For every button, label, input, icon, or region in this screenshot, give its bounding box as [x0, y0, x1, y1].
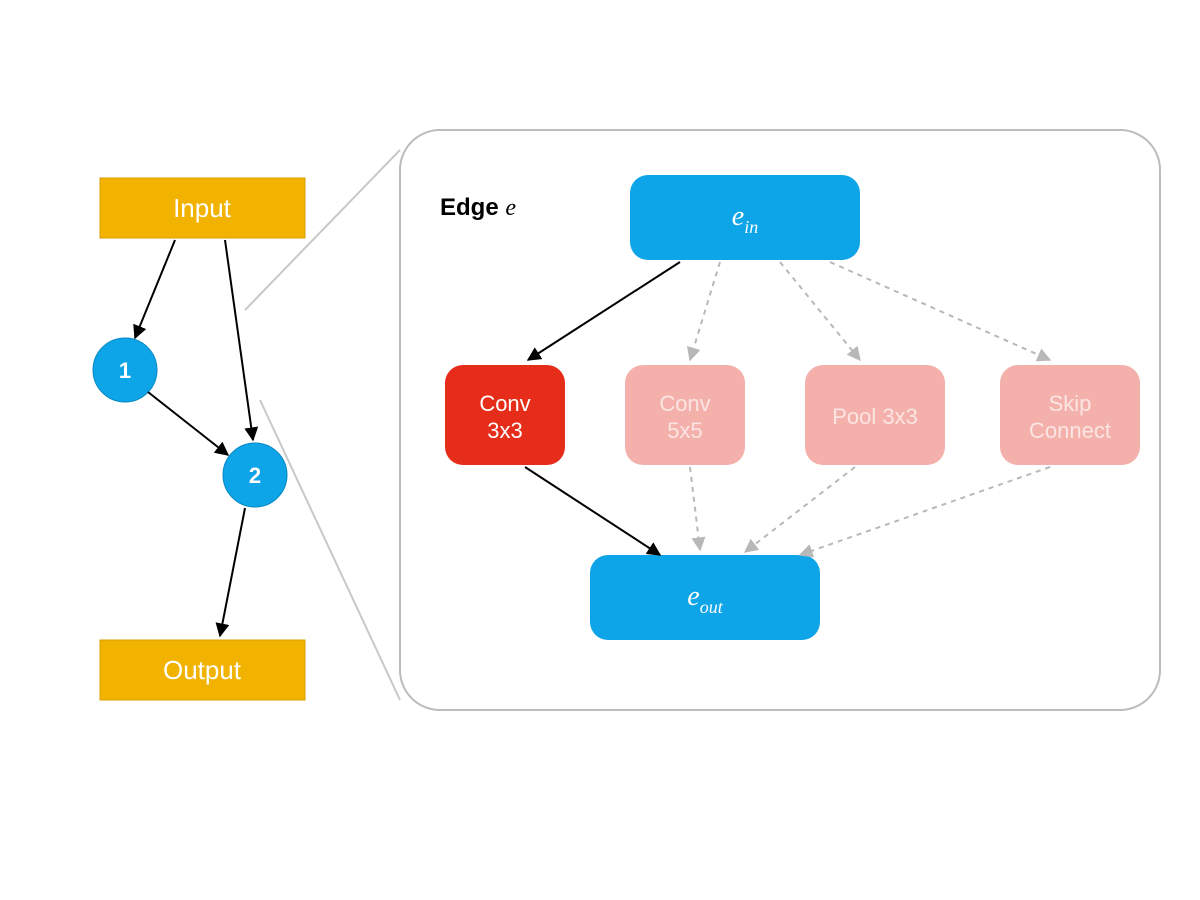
- diagram-canvas: Input 1 2 Output Edge e: [0, 0, 1200, 900]
- arrow-ein-skip: [830, 262, 1050, 360]
- op-skip-connect: Skip Connect: [1000, 365, 1140, 465]
- node-1: 1: [93, 338, 157, 402]
- node-2-label: 2: [249, 463, 261, 488]
- left-graph: Input 1 2 Output: [93, 178, 305, 700]
- edge-detail-panel: Edge e ein eout Conv 3x3 Conv 5x5: [400, 130, 1160, 710]
- e-in-block: ein: [630, 175, 860, 260]
- arrow-ein-conv3: [528, 262, 680, 360]
- arrow-conv3-eout: [525, 467, 660, 555]
- edge-1-2: [148, 392, 228, 455]
- edge-2-output: [220, 508, 245, 636]
- node-1-label: 1: [119, 358, 131, 383]
- op-pool3x3: Pool 3x3: [805, 365, 945, 465]
- op-conv3x3-label-1: Conv: [479, 391, 530, 416]
- edge-input-1: [135, 240, 175, 338]
- op-pool3x3-label: Pool 3x3: [832, 404, 918, 429]
- op-skip-label-2: Connect: [1029, 418, 1111, 443]
- arrow-pool-eout: [745, 467, 855, 552]
- output-node: Output: [100, 640, 305, 700]
- arrow-conv5-eout: [690, 467, 700, 550]
- panel-title: Edge e: [440, 194, 516, 221]
- input-node: Input: [100, 178, 305, 238]
- op-conv3x3: Conv 3x3: [445, 365, 565, 465]
- arrow-ein-pool: [780, 262, 860, 360]
- input-label: Input: [173, 193, 232, 223]
- op-conv3x3-label-2: 3x3: [487, 418, 522, 443]
- e-out-block: eout: [590, 555, 820, 640]
- op-conv5x5-label-1: Conv: [659, 391, 710, 416]
- op-conv5x5: Conv 5x5: [625, 365, 745, 465]
- arrow-ein-conv5: [690, 262, 720, 360]
- output-label: Output: [163, 655, 242, 685]
- op-conv5x5-label-2: 5x5: [667, 418, 702, 443]
- node-2: 2: [223, 443, 287, 507]
- edge-input-2: [225, 240, 253, 440]
- op-skip-label-1: Skip: [1049, 391, 1092, 416]
